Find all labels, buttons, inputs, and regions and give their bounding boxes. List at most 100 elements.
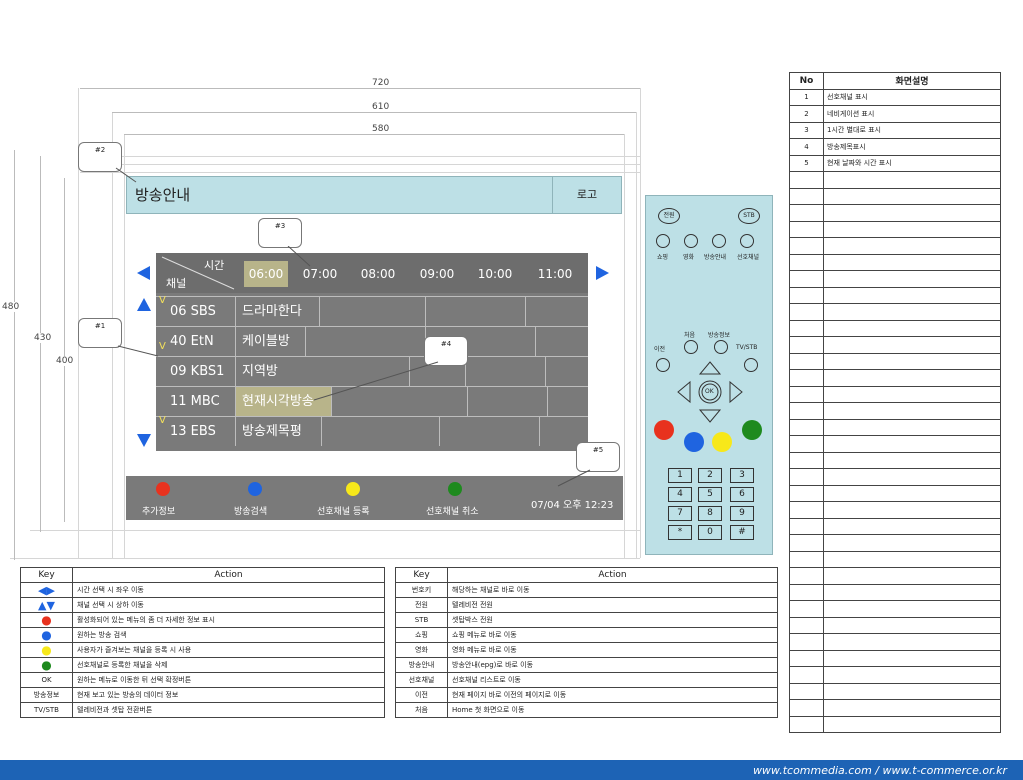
callout-4-pointer — [313, 361, 439, 401]
footer-links[interactable]: www.tcommedia.com / www.t-commerce.or.kr — [753, 764, 1007, 777]
dpad-down-icon[interactable] — [698, 409, 722, 423]
callout-3-pointer — [287, 246, 311, 267]
row-description — [823, 649, 1001, 667]
dimension-line-610 — [112, 112, 636, 113]
logo: 로고 — [552, 177, 621, 213]
dpad-right-icon[interactable] — [729, 380, 743, 404]
row-number — [789, 484, 824, 502]
first-button[interactable] — [684, 340, 698, 354]
up-arrow-icon[interactable] — [137, 298, 151, 311]
table-row-empty — [789, 616, 1001, 634]
table-header: Action — [447, 567, 778, 583]
remote-yellow-button[interactable] — [712, 432, 732, 452]
action-cell: 시간 선택 시 좌우 이동 — [72, 582, 385, 598]
number-key[interactable]: 8 — [698, 506, 722, 521]
yellow-circle-icon: ● — [41, 643, 52, 657]
shopping-button[interactable] — [656, 234, 670, 248]
info-button[interactable] — [714, 340, 728, 354]
movie-label: 영화 — [683, 254, 695, 261]
stb-button[interactable]: STB — [738, 208, 760, 224]
epg-label: 방송안내 — [704, 254, 727, 261]
number-key[interactable]: 9 — [730, 506, 754, 521]
row-description: 네비게이션 표시 — [823, 105, 1001, 123]
favorite-channel-button[interactable] — [740, 234, 754, 248]
table-row: ● 원하는 방송 검색 — [20, 627, 385, 643]
number-key[interactable]: 3 — [730, 468, 754, 483]
dimension-label-430: 430 — [32, 333, 54, 343]
table-row-empty — [789, 550, 1001, 568]
action-cell: 활성화되어 있는 메뉴의 좀 더 자세한 정보 표시 — [72, 612, 385, 628]
remote-red-button[interactable] — [654, 420, 674, 440]
number-key[interactable]: 2 — [698, 468, 722, 483]
corner-channel-label: 채널 — [166, 277, 187, 290]
channel-row[interactable]: V 06 SBS 드라마한다 — [156, 295, 588, 326]
time-slot[interactable]: 10:00 — [473, 261, 517, 287]
time-slot[interactable]: 08:00 — [356, 261, 400, 287]
row-number — [789, 286, 824, 304]
number-key[interactable]: 5 — [698, 487, 722, 502]
epg-button[interactable] — [712, 234, 726, 248]
program-cell[interactable]: 드라마한다 — [236, 297, 320, 326]
star-key[interactable]: * — [668, 525, 692, 540]
power-button[interactable]: 전원 — [658, 208, 680, 224]
program-cell[interactable]: 방송제목평 — [236, 417, 322, 446]
table-row-empty — [789, 418, 1001, 436]
program-cell[interactable] — [468, 387, 548, 416]
table-row-empty — [789, 204, 1001, 222]
remote-green-button[interactable] — [742, 420, 762, 440]
green-button[interactable] — [448, 482, 462, 496]
dimension-label-480: 480 — [0, 302, 22, 312]
program-cell[interactable] — [320, 297, 426, 326]
row-number — [789, 550, 824, 568]
time-slot[interactable]: 11:00 — [533, 261, 577, 287]
table-row: STB 셋탑박스 전원 — [395, 612, 778, 628]
channel-name: 40 EtN — [156, 327, 236, 356]
action-cell: 현재 보고 있는 방송의 데이터 정보 — [72, 687, 385, 703]
dimension-label-400: 400 — [54, 356, 76, 366]
table-row-empty — [789, 484, 1001, 502]
table-row-empty — [789, 319, 1001, 337]
dimension-label-610: 610 — [370, 102, 392, 112]
number-key[interactable]: 7 — [668, 506, 692, 521]
movie-button[interactable] — [684, 234, 698, 248]
down-arrow-icon[interactable] — [137, 434, 151, 447]
up-down-arrows-icon: ▲▼ — [38, 598, 55, 612]
program-cell[interactable] — [466, 357, 546, 386]
yellow-button[interactable] — [346, 482, 360, 496]
guide-line — [80, 172, 640, 173]
program-cell[interactable] — [440, 417, 540, 446]
time-slot[interactable]: 09:00 — [415, 261, 459, 287]
prev-button[interactable] — [656, 358, 670, 372]
program-cell[interactable] — [426, 297, 526, 326]
dpad-up-icon[interactable] — [698, 361, 722, 375]
number-key[interactable]: 0 — [698, 525, 722, 540]
program-cell[interactable] — [306, 327, 426, 356]
epg-time-header: 시간 채널 06:00 07:00 08:00 09:00 10:00 11:0… — [156, 253, 588, 293]
remote-blue-button[interactable] — [684, 432, 704, 452]
left-arrow-icon[interactable] — [137, 266, 150, 280]
program-cell[interactable]: 케이블방 — [236, 327, 306, 356]
table-row: ◀▶ 시간 선택 시 좌우 이동 — [20, 582, 385, 598]
blue-button[interactable] — [248, 482, 262, 496]
number-key[interactable]: 1 — [668, 468, 692, 483]
guide-line — [30, 530, 640, 531]
program-cell[interactable] — [322, 417, 440, 446]
red-button-label: 추가정보 — [142, 507, 176, 517]
number-key[interactable]: 4 — [668, 487, 692, 502]
channel-row[interactable]: V 13 EBS 방송제목평 — [156, 415, 588, 446]
dpad-left-icon[interactable] — [677, 380, 691, 404]
channel-row[interactable]: V 40 EtN 케이블방 — [156, 326, 588, 356]
table-row-empty — [789, 187, 1001, 205]
datetime-display: 07/04 오후 12:23 — [531, 500, 614, 511]
guide-line — [624, 134, 625, 558]
right-arrow-icon[interactable] — [596, 266, 609, 280]
row-description — [823, 534, 1001, 552]
number-key[interactable]: 6 — [730, 487, 754, 502]
table-row-empty — [789, 352, 1001, 370]
key-cell: TV/STB — [20, 702, 73, 718]
red-button[interactable] — [156, 482, 170, 496]
key-action-table-left: Key Action ◀▶ 시간 선택 시 좌우 이동 ▲▼ 채널 선택 시 상… — [20, 567, 385, 718]
table-row: 2 네비게이션 표시 — [789, 105, 1001, 123]
hash-key[interactable]: # — [730, 525, 754, 540]
channel-name: 13 EBS — [156, 417, 236, 446]
